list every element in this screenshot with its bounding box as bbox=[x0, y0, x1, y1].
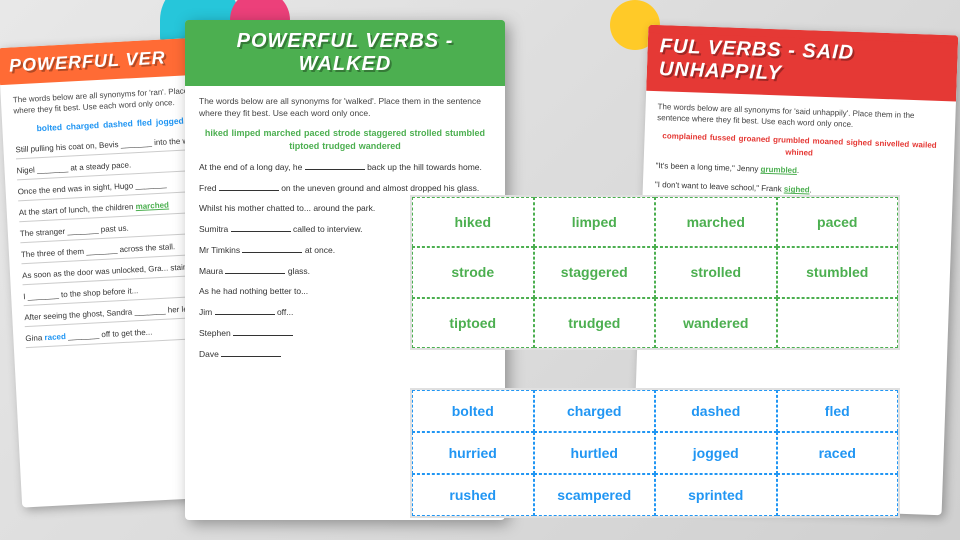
walked-top-strip bbox=[185, 20, 505, 28]
w-staggered: staggered bbox=[364, 128, 407, 138]
word-jogged: jogged bbox=[156, 116, 184, 127]
grid-ran-sprinted[interactable]: sprinted bbox=[655, 474, 777, 516]
grid-cell-strode[interactable]: strode bbox=[412, 247, 534, 297]
s-whined: whined bbox=[785, 148, 813, 158]
grid-cell-hiked[interactable]: hiked bbox=[412, 197, 534, 247]
grid-ran-jogged[interactable]: jogged bbox=[655, 432, 777, 474]
walked-word-bank: hiked limped marched paced strode stagge… bbox=[199, 128, 491, 151]
w-strode: strode bbox=[333, 128, 361, 138]
s-sighed: sighed bbox=[846, 138, 872, 148]
grid-ran-rushed[interactable]: rushed bbox=[412, 474, 534, 516]
grid-cell-paced[interactable]: paced bbox=[777, 197, 899, 247]
s-grumbled: grumbled bbox=[773, 136, 810, 146]
page-container: POWERFUL VER The words below are all syn… bbox=[0, 0, 960, 540]
grid-cell-limped[interactable]: limped bbox=[534, 197, 656, 247]
s-moaned: moaned bbox=[812, 137, 843, 147]
grid-cell-wandered[interactable]: wandered bbox=[655, 298, 777, 348]
w-limped: limped bbox=[231, 128, 260, 138]
s-snivelled: snivelled bbox=[875, 139, 910, 149]
word-grid-walked: hiked limped marched paced strode stagge… bbox=[410, 195, 900, 350]
walked-sentence-1: At the end of a long day, he back up the… bbox=[199, 161, 491, 174]
w-paced: paced bbox=[304, 128, 330, 138]
said-word-bank: complained fussed groaned grumbled moane… bbox=[656, 131, 943, 162]
grid-ran-charged[interactable]: charged bbox=[534, 390, 656, 432]
w-hiked: hiked bbox=[205, 128, 229, 138]
s-wailed: wailed bbox=[912, 140, 937, 150]
s-complained: complained bbox=[662, 132, 707, 143]
w-trudged: trudged bbox=[322, 141, 356, 151]
w-marched: marched bbox=[263, 128, 301, 138]
s-groaned: groaned bbox=[738, 134, 770, 144]
grid-cell-empty-1 bbox=[777, 298, 899, 348]
grid-ran-bolted[interactable]: bolted bbox=[412, 390, 534, 432]
word-dashed: dashed bbox=[103, 119, 133, 131]
walked-sentence-2: Fred on the uneven ground and almost dro… bbox=[199, 182, 491, 195]
s-fussed: fussed bbox=[710, 133, 736, 143]
w-tiptoed: tiptoed bbox=[289, 141, 319, 151]
grid-cell-tiptoed[interactable]: tiptoed bbox=[412, 298, 534, 348]
w-strolled: strolled bbox=[410, 128, 443, 138]
grid-ran-raced[interactable]: raced bbox=[777, 432, 899, 474]
said-instruction: The words below are all synonyms for 'sa… bbox=[657, 101, 944, 133]
grid-cell-stumbled[interactable]: stumbled bbox=[777, 247, 899, 297]
grid-cell-marched[interactable]: marched bbox=[655, 197, 777, 247]
grid-cell-trudged[interactable]: trudged bbox=[534, 298, 656, 348]
grid-ran-scampered[interactable]: scampered bbox=[534, 474, 656, 516]
w-stumbled: stumbled bbox=[445, 128, 485, 138]
grid-cell-strolled[interactable]: strolled bbox=[655, 247, 777, 297]
grid-ran-empty bbox=[777, 474, 899, 516]
grid-ran-hurtled[interactable]: hurtled bbox=[534, 432, 656, 474]
walked-header: POWERFUL VERBS - WALKED bbox=[185, 20, 505, 86]
word-grid-ran: bolted charged dashed fled hurried hurtl… bbox=[410, 388, 900, 518]
said-sentence-1: "It's been a long time," Jenny grumbled. bbox=[655, 160, 941, 182]
grid-ran-fled[interactable]: fled bbox=[777, 390, 899, 432]
grid-cell-staggered[interactable]: staggered bbox=[534, 247, 656, 297]
grid-ran-dashed[interactable]: dashed bbox=[655, 390, 777, 432]
said-title: FUL VERBS - SAID UNHAPPILY bbox=[659, 35, 946, 91]
word-bolted: bolted bbox=[36, 122, 62, 133]
grid-ran-hurried[interactable]: hurried bbox=[412, 432, 534, 474]
word-charged: charged bbox=[66, 120, 100, 132]
w-wandered: wandered bbox=[359, 141, 401, 151]
walked-title: POWERFUL VERBS - WALKED bbox=[197, 30, 493, 76]
word-fled: fled bbox=[137, 118, 153, 129]
walked-instruction: The words below are all synonyms for 'wa… bbox=[199, 96, 491, 120]
